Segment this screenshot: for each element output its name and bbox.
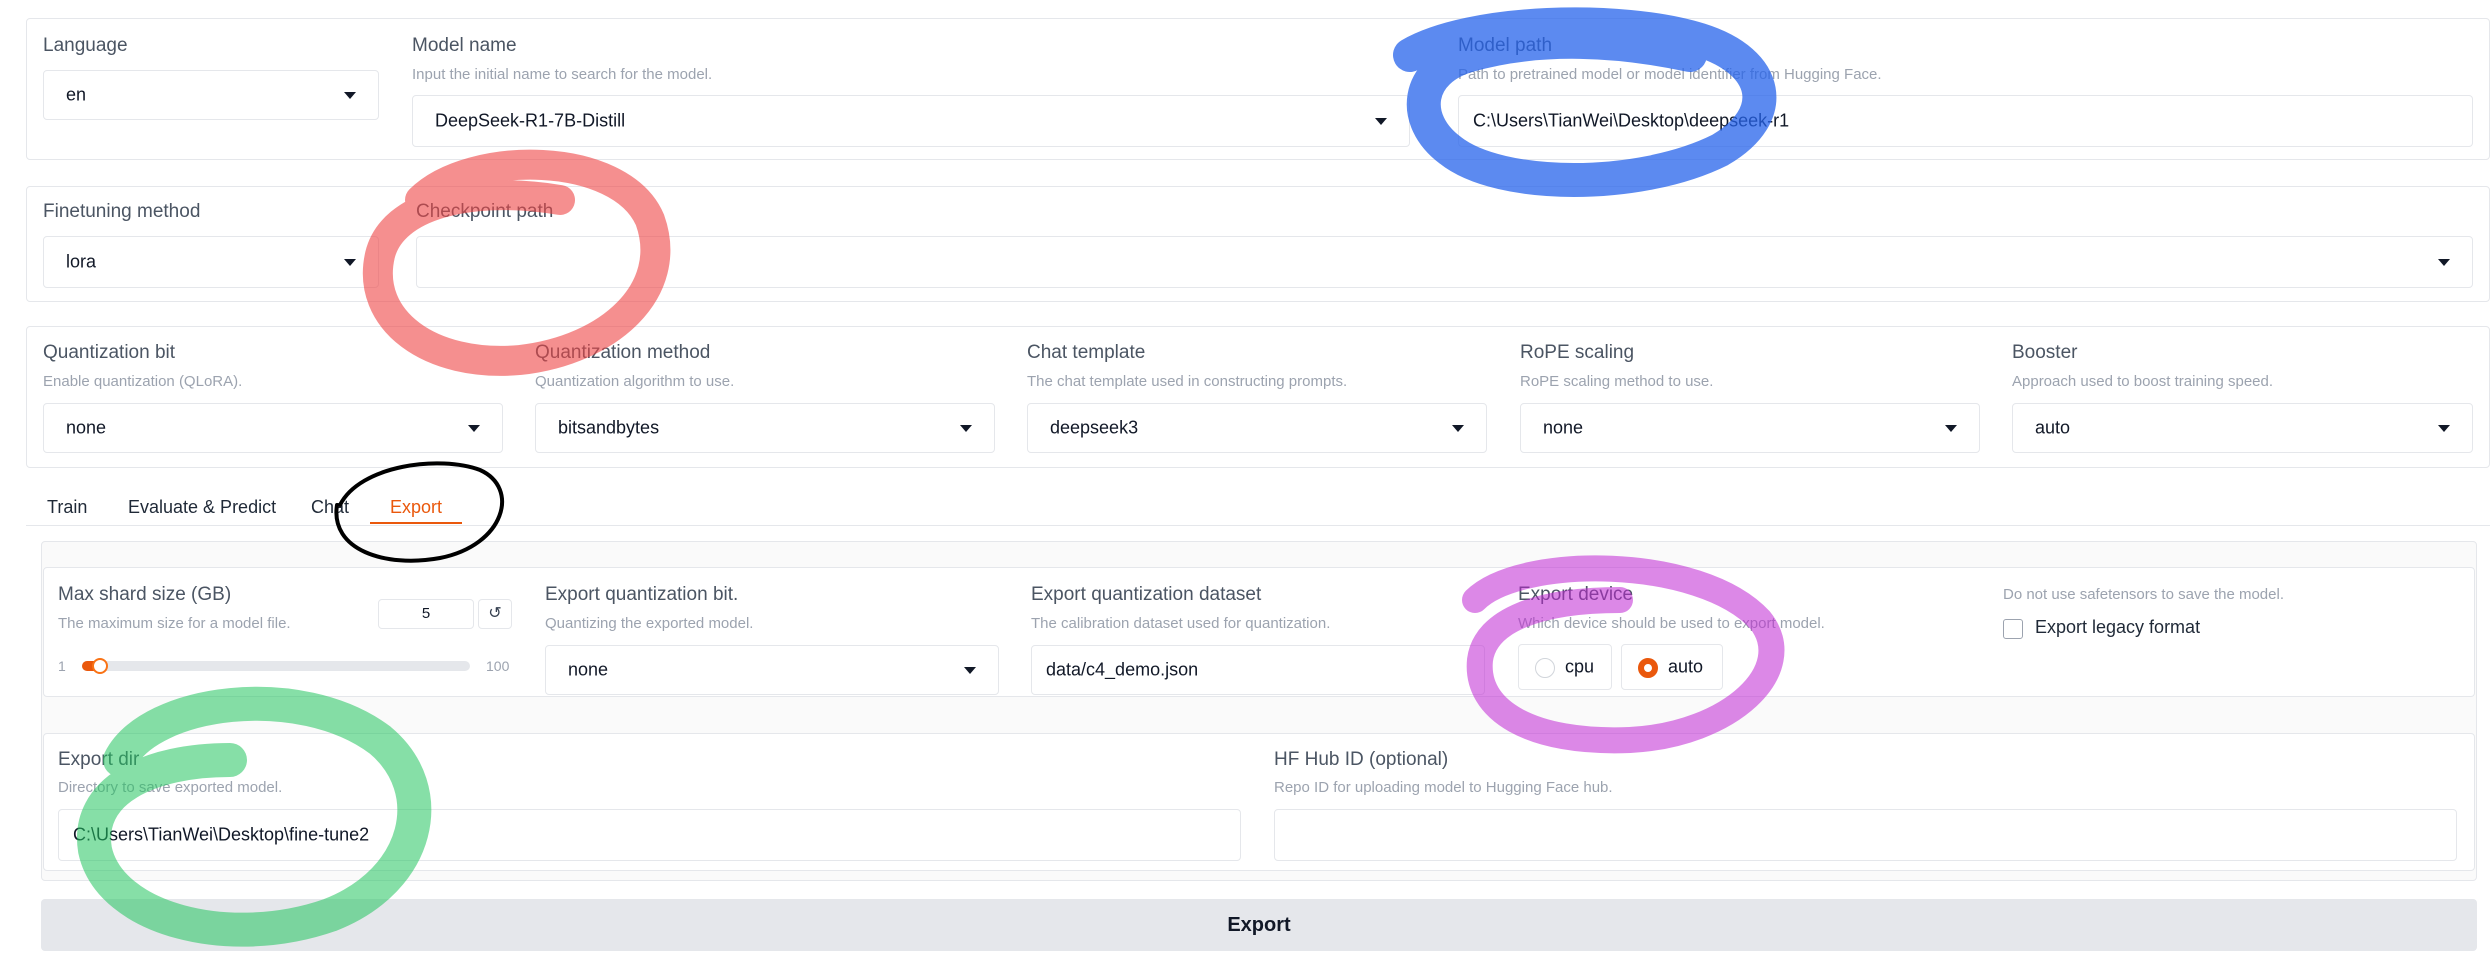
export-quant-dataset-info: The calibration dataset used for quantiz…	[1031, 615, 1331, 632]
export-quant-dataset-label: Export quantization dataset	[1031, 584, 1262, 605]
max-shard-label: Max shard size (GB)	[58, 584, 232, 605]
export-quant-bit-info: Quantizing the exported model.	[545, 615, 754, 632]
hf-hub-id-label: HF Hub ID (optional)	[1274, 749, 1449, 770]
checkpoint-path-label: Checkpoint path	[416, 201, 554, 222]
checkpoint-path-dropdown[interactable]	[416, 236, 2473, 288]
export-dir-value: C:\Users\TianWei\Desktop\fine-tune2	[73, 824, 370, 845]
chevron-down-icon	[344, 92, 356, 99]
chevron-down-icon	[2438, 259, 2450, 266]
export-device-label: Export device	[1518, 584, 1634, 605]
quantization-bit-label: Quantization bit	[43, 342, 176, 363]
export-quant-bit-label: Export quantization bit.	[545, 584, 739, 605]
chat-template-info: The chat template used in constructing p…	[1027, 373, 1348, 390]
model-path-label: Model path	[1458, 35, 1553, 56]
export-dir-info: Directory to save exported model.	[58, 779, 283, 796]
model-name-label: Model name	[412, 35, 517, 56]
quantization-method-label: Quantization method	[535, 342, 711, 363]
export-legacy-checkbox[interactable]	[2003, 619, 2023, 639]
export-device-info: Which device should be used to export mo…	[1518, 615, 1825, 632]
chevron-down-icon	[1375, 118, 1387, 125]
quantization-method-value: bitsandbytes	[558, 417, 660, 438]
export-legacy-label[interactable]: Export legacy format	[2035, 617, 2200, 638]
export-button[interactable]: Export	[41, 899, 2477, 951]
radio-icon	[1638, 658, 1658, 678]
slider-thumb[interactable]	[92, 658, 108, 674]
model-name-dropdown[interactable]: DeepSeek-R1-7B-Distill	[412, 95, 1410, 147]
hf-hub-id-input[interactable]	[1274, 809, 2457, 861]
model-path-value: C:\Users\TianWei\Desktop\deepseek-r1	[1473, 110, 1790, 131]
export-quant-bit-value: none	[568, 659, 609, 680]
language-label: Language	[43, 35, 128, 56]
tab-chat[interactable]: Chat	[311, 497, 349, 518]
chevron-down-icon	[1452, 425, 1464, 432]
max-shard-number-input[interactable]: 5	[378, 599, 474, 629]
model-name-info: Input the initial name to search for the…	[412, 66, 713, 83]
chat-template-label: Chat template	[1027, 342, 1146, 363]
device-option-cpu-label: cpu	[1565, 656, 1595, 677]
export-quant-dataset-input[interactable]: data/c4_demo.json	[1031, 645, 1485, 695]
rope-scaling-value: none	[1543, 417, 1584, 438]
tab-export[interactable]: Export	[390, 497, 442, 518]
quantization-bit-info: Enable quantization (QLoRA).	[43, 373, 243, 390]
chat-template-dropdown[interactable]: deepseek3	[1027, 403, 1487, 453]
export-dir-input[interactable]: C:\Users\TianWei\Desktop\fine-tune2	[58, 809, 1241, 861]
tab-train[interactable]: Train	[47, 497, 87, 518]
chevron-down-icon	[2438, 425, 2450, 432]
chevron-down-icon	[960, 425, 972, 432]
quantization-method-info: Quantization algorithm to use.	[535, 373, 735, 390]
export-dir-label: Export dir	[58, 749, 140, 770]
chevron-down-icon	[344, 259, 356, 266]
export-quant-bit-dropdown[interactable]: none	[545, 645, 999, 695]
radio-icon	[1535, 658, 1555, 678]
device-option-auto-label: auto	[1668, 656, 1704, 677]
tabs-divider	[26, 525, 2490, 526]
quantization-bit-dropdown[interactable]: none	[43, 403, 503, 453]
booster-label: Booster	[2012, 342, 2078, 363]
finetuning-method-label: Finetuning method	[43, 201, 201, 222]
max-shard-info: The maximum size for a model file.	[58, 615, 291, 632]
active-tab-indicator	[370, 522, 462, 524]
reset-icon[interactable]: ↺	[478, 599, 512, 629]
export-legacy-info: Do not use safetensors to save the model…	[2003, 586, 2284, 603]
chevron-down-icon	[964, 667, 976, 674]
rope-scaling-dropdown[interactable]: none	[1520, 403, 1980, 453]
finetuning-method-dropdown[interactable]: lora	[43, 236, 379, 288]
hf-hub-id-info: Repo ID for uploading model to Hugging F…	[1274, 779, 1613, 796]
quantization-method-dropdown[interactable]: bitsandbytes	[535, 403, 995, 453]
max-shard-slider[interactable]	[82, 658, 470, 674]
model-name-value: DeepSeek-R1-7B-Distill	[435, 110, 626, 131]
booster-info: Approach used to boost training speed.	[2012, 373, 2274, 390]
language-value: en	[66, 84, 87, 105]
booster-dropdown[interactable]: auto	[2012, 403, 2473, 453]
language-dropdown[interactable]: en	[43, 70, 379, 120]
rope-scaling-info: RoPE scaling method to use.	[1520, 373, 1714, 390]
finetuning-method-value: lora	[66, 251, 97, 272]
chat-template-value: deepseek3	[1050, 417, 1139, 438]
model-path-input[interactable]: C:\Users\TianWei\Desktop\deepseek-r1	[1458, 95, 2473, 147]
model-path-info: Path to pretrained model or model identi…	[1458, 66, 1882, 83]
slider-max-label: 100	[486, 658, 510, 674]
slider-min-label: 1	[58, 658, 66, 674]
booster-value: auto	[2035, 417, 2071, 438]
tab-evaluate-predict[interactable]: Evaluate & Predict	[128, 497, 276, 518]
chevron-down-icon	[468, 425, 480, 432]
export-quant-dataset-value: data/c4_demo.json	[1046, 659, 1199, 680]
quantization-bit-value: none	[66, 417, 107, 438]
device-option-auto[interactable]: auto	[1621, 644, 1723, 690]
chevron-down-icon	[1945, 425, 1957, 432]
rope-scaling-label: RoPE scaling	[1520, 342, 1635, 363]
device-option-cpu[interactable]: cpu	[1518, 644, 1612, 690]
